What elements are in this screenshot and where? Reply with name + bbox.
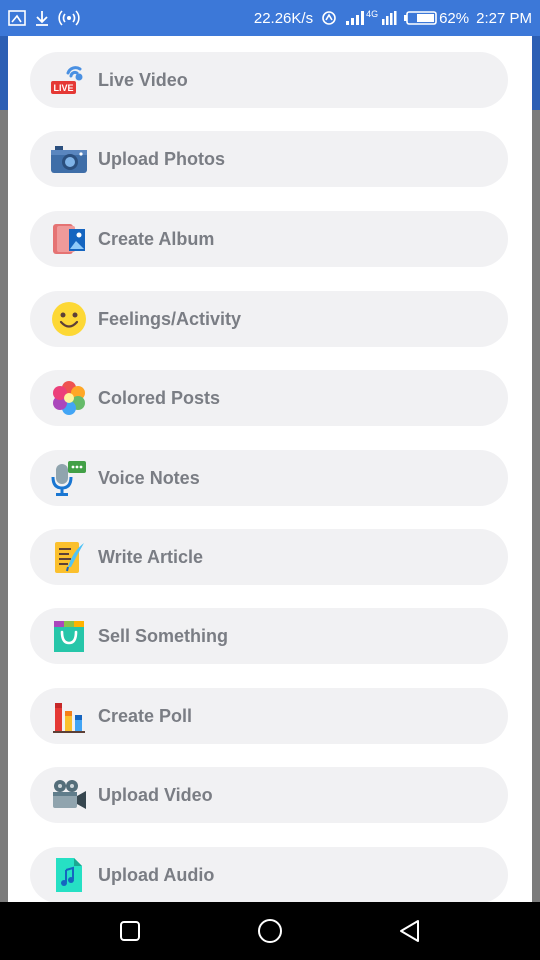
album-icon — [50, 220, 88, 258]
menu-item-upload-video[interactable]: Upload Video — [30, 767, 508, 823]
clock: 2:27 PM — [476, 9, 532, 27]
post-options-sheet: LIVE Live Video Upload Photos Create Alb… — [8, 36, 532, 902]
menu-item-label: Write Article — [98, 546, 204, 567]
menu-item-label: Upload Photos — [98, 148, 225, 169]
menu-item-label: Live Video — [98, 69, 188, 90]
menu-item-label: Upload Audio — [98, 864, 215, 885]
battery-icon — [404, 10, 438, 26]
menu-item-label: Colored Posts — [98, 387, 221, 408]
shopping-bag-icon — [50, 617, 88, 655]
battery-level: 62% — [439, 9, 470, 27]
quill-article-icon — [50, 538, 88, 576]
menu-item-label: Sell Something — [98, 625, 229, 646]
flower-icon — [50, 379, 88, 417]
menu-item-create-poll[interactable]: Create Poll — [30, 688, 508, 744]
menu-item-create-album[interactable]: Create Album — [30, 211, 508, 267]
home-icon[interactable] — [250, 911, 290, 951]
header-edge-right — [532, 36, 540, 110]
signal-icon — [345, 10, 365, 26]
menu-item-live-video[interactable]: LIVE Live Video — [30, 52, 508, 108]
data-sync-icon — [320, 10, 338, 26]
poll-bars-icon — [50, 697, 88, 735]
audio-file-icon — [50, 856, 88, 894]
microphone-icon — [50, 459, 88, 497]
menu-item-feelings-activity[interactable]: Feelings/Activity — [30, 291, 508, 347]
smiley-icon — [50, 300, 88, 338]
menu-item-label: Create Poll — [98, 705, 193, 726]
menu-item-label: Upload Video — [98, 784, 213, 805]
live-video-icon: LIVE — [50, 61, 88, 99]
back-icon[interactable] — [390, 911, 430, 951]
recent-apps-icon[interactable] — [110, 911, 150, 951]
hotspot-icon — [58, 10, 80, 26]
menu-item-label: Voice Notes — [98, 467, 200, 488]
network-speed: 22.26K/s — [253, 9, 314, 27]
menu-item-sell-something[interactable]: Sell Something — [30, 608, 508, 664]
navigation-bar — [0, 902, 540, 960]
menu-item-upload-photos[interactable]: Upload Photos — [30, 131, 508, 187]
screenshot-icon — [8, 10, 26, 26]
video-camera-icon — [50, 776, 88, 814]
menu-item-colored-posts[interactable]: Colored Posts — [30, 370, 508, 426]
status-bar: 22.26K/s 4G 62% 2:27 PM — [0, 0, 540, 36]
header-edge-left — [0, 36, 8, 110]
menu-item-voice-notes[interactable]: Voice Notes — [30, 450, 508, 506]
signal-2-icon — [381, 10, 397, 26]
menu-item-label: Feelings/Activity — [98, 308, 242, 329]
download-icon — [34, 10, 50, 26]
svg-text:LIVE: LIVE — [53, 83, 73, 93]
menu-item-write-article[interactable]: Write Article — [30, 529, 508, 585]
menu-item-label: Create Album — [98, 228, 215, 249]
network-type: 4G — [366, 9, 379, 19]
camera-icon — [50, 140, 88, 178]
menu-item-upload-audio[interactable]: Upload Audio — [30, 847, 508, 902]
